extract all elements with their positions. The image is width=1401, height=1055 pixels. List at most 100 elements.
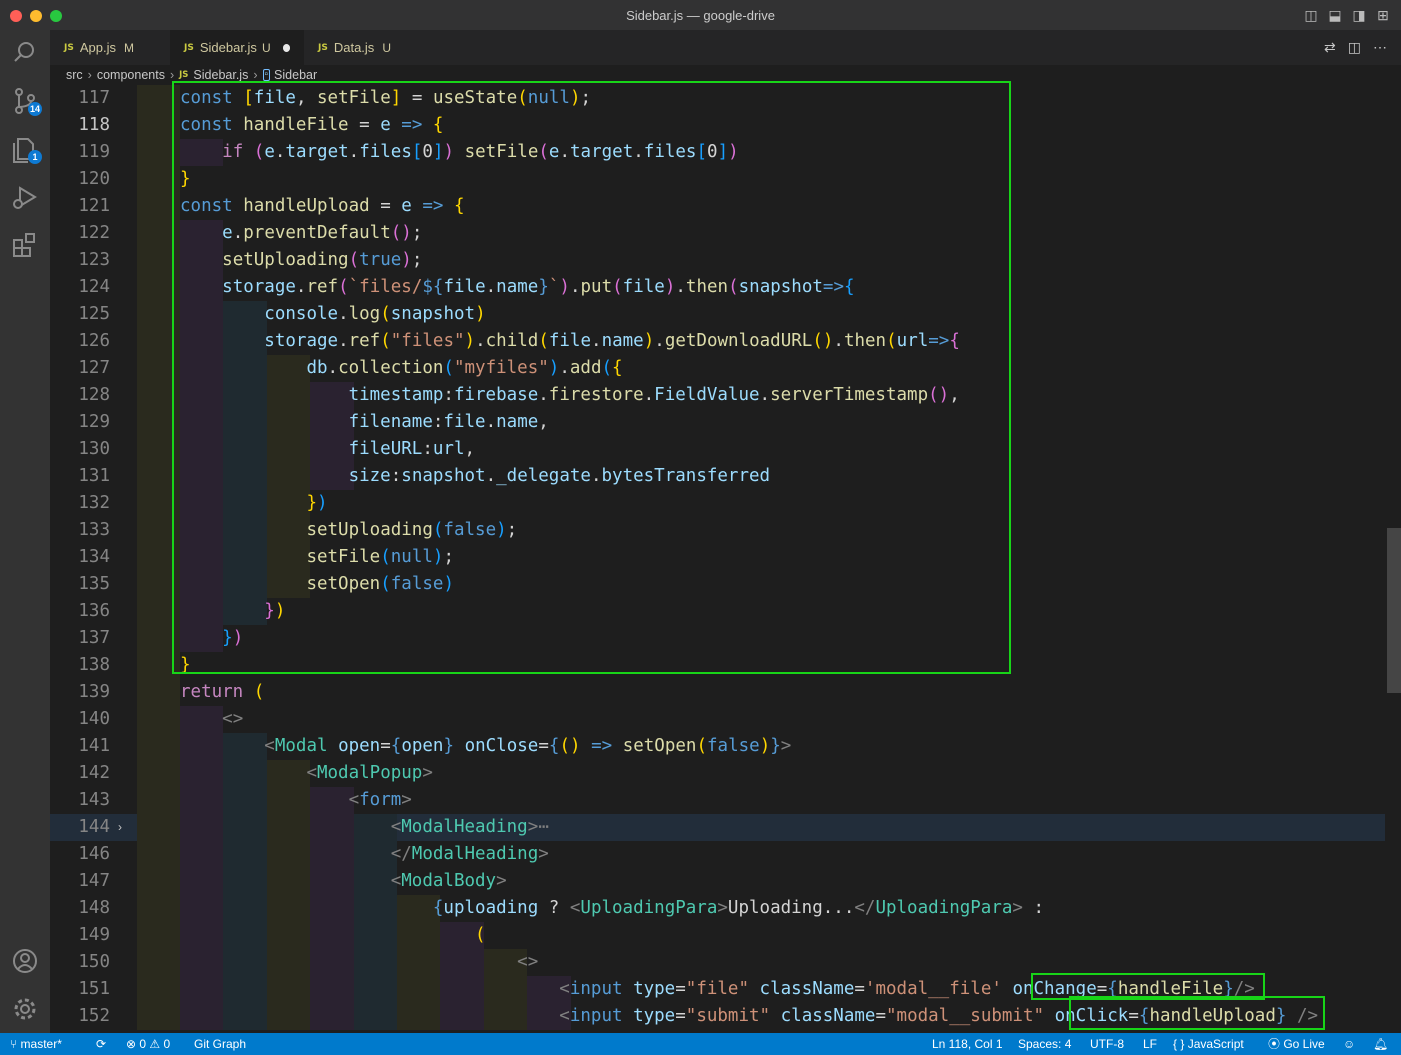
toggle-primary-sidebar-icon[interactable]: ◫ xyxy=(1303,7,1319,23)
code-line[interactable]: 147 <ModalBody> xyxy=(50,868,1385,895)
line-number: 128 xyxy=(78,385,110,405)
code-line[interactable]: 133 setUploading(false); xyxy=(50,517,1385,544)
breadcrumb-folder-src[interactable]: src xyxy=(66,68,83,82)
customize-layout-icon[interactable]: ⊞ xyxy=(1375,7,1391,23)
split-editor-icon[interactable]: ◫ xyxy=(1348,39,1361,56)
code-line[interactable]: 123 setUploading(true); xyxy=(50,247,1385,274)
vertical-scrollbar[interactable] xyxy=(1387,85,1401,1033)
title-bar: Sidebar.js — google-drive ◫ ⬓ ◨ ⊞ xyxy=(0,0,1401,31)
breadcrumb: src › components › JS Sidebar.js › ▫ Sid… xyxy=(50,65,1401,85)
code-line[interactable]: 134 setFile(null); xyxy=(50,544,1385,571)
line-number: 125 xyxy=(78,304,110,324)
code-line[interactable]: 127 db.collection("myfiles").add({ xyxy=(50,355,1385,382)
tab-label: Data.js xyxy=(333,40,375,55)
code-line[interactable]: 142 <ModalPopup> xyxy=(50,760,1385,787)
branch-status[interactable]: ⑂ master* xyxy=(10,1033,62,1055)
tab-app-js[interactable]: JS App.js M xyxy=(50,30,170,65)
open-changes-icon[interactable]: ⇄ xyxy=(1324,39,1336,56)
more-actions-icon[interactable]: ⋯ xyxy=(1373,39,1387,56)
code-line[interactable]: 144 › <ModalHeading>⋯ xyxy=(50,814,1385,841)
accounts-icon[interactable] xyxy=(10,946,40,976)
breadcrumb-file[interactable]: Sidebar.js xyxy=(193,68,248,82)
code-line[interactable]: 148 {uploading ? <UploadingPara>Uploadin… xyxy=(50,895,1385,922)
code-line[interactable]: 150 <> xyxy=(50,949,1385,976)
code-line[interactable]: 119 if (e.target.files[0]) setFile(e.tar… xyxy=(50,139,1385,166)
code-line[interactable]: 136 }) xyxy=(50,598,1385,625)
code-line[interactable]: 131 size:snapshot._delegate.bytesTransfe… xyxy=(50,463,1385,490)
tab-label: App.js xyxy=(79,40,116,55)
code-line[interactable]: 129 filename:file.name, xyxy=(50,409,1385,436)
code-line[interactable]: 151 <input type="file" className='modal_… xyxy=(50,976,1385,1003)
language-mode[interactable]: { } JavaScript xyxy=(1173,1033,1244,1055)
problems-status[interactable]: ⊗ 0 ⚠ 0 xyxy=(126,1033,170,1055)
tab-data-js[interactable]: JS Data.js U xyxy=(304,30,416,65)
code-line[interactable]: 125 console.log(snapshot) xyxy=(50,301,1385,328)
code-line[interactable]: 138} xyxy=(50,652,1385,679)
feedback-icon[interactable]: ☺ xyxy=(1343,1033,1355,1055)
code-line[interactable]: 118 const handleFile = e => { xyxy=(50,112,1385,139)
code-text: const handleFile = e => { xyxy=(180,115,444,135)
extensions-icon[interactable] xyxy=(10,230,40,260)
tab-sidebar-js[interactable]: JS Sidebar.js U xyxy=(170,30,304,65)
run-debug-icon[interactable] xyxy=(10,182,40,212)
sync-icon[interactable]: ⟳ xyxy=(96,1033,106,1055)
code-line[interactable]: 149 ( xyxy=(50,922,1385,949)
code-editor[interactable]: 117 const [file, setFile] = useState(null… xyxy=(50,85,1385,1033)
explorer-icon[interactable]: 1 xyxy=(10,134,42,164)
code-line[interactable]: 152 <input type="submit" className="moda… xyxy=(50,1003,1385,1030)
indentation[interactable]: Spaces: 4 xyxy=(1018,1033,1071,1055)
code-line[interactable]: 124 storage.ref(`files/${file.name}`).pu… xyxy=(50,274,1385,301)
line-number: 121 xyxy=(78,196,110,216)
line-number: 143 xyxy=(78,790,110,810)
scrollbar-thumb[interactable] xyxy=(1387,528,1401,693)
code-line[interactable]: 146 </ModalHeading> xyxy=(50,841,1385,868)
settings-gear-icon[interactable] xyxy=(10,994,40,1024)
code-line[interactable]: 130 fileURL:url, xyxy=(50,436,1385,463)
toggle-panel-icon[interactable]: ⬓ xyxy=(1327,7,1343,23)
end-of-line[interactable]: LF xyxy=(1143,1033,1157,1055)
fold-chevron-icon[interactable]: › xyxy=(118,814,122,841)
indent-guide xyxy=(137,463,180,490)
chevron-right-icon: › xyxy=(253,68,258,82)
window-title: Sidebar.js — google-drive xyxy=(626,8,775,23)
code-line[interactable]: 135 setOpen(false) xyxy=(50,571,1385,598)
code-line[interactable]: 137 }) xyxy=(50,625,1385,652)
code-line[interactable]: 120} xyxy=(50,166,1385,193)
code-line[interactable]: 141 <Modal open={open} onClose={() => se… xyxy=(50,733,1385,760)
line-number: 148 xyxy=(78,898,110,918)
line-number: 139 xyxy=(78,682,110,702)
indent-guide xyxy=(137,220,180,247)
code-line[interactable]: 122 e.preventDefault(); xyxy=(50,220,1385,247)
indent-guide xyxy=(137,544,180,571)
code-text: setFile(null); xyxy=(306,547,454,567)
indent-guide xyxy=(137,976,180,1003)
cursor-position[interactable]: Ln 118, Col 1 xyxy=(932,1033,1003,1055)
indent-guide xyxy=(137,733,180,760)
code-line[interactable]: 121 const handleUpload = e => { xyxy=(50,193,1385,220)
encoding[interactable]: UTF-8 xyxy=(1090,1033,1124,1055)
code-line[interactable]: 126 storage.ref("files").child(file.name… xyxy=(50,328,1385,355)
line-number: 127 xyxy=(78,358,110,378)
toggle-secondary-sidebar-icon[interactable]: ◨ xyxy=(1351,7,1367,23)
code-text: }) xyxy=(222,628,244,648)
notifications-bell-icon[interactable]: 🔔︎ xyxy=(1373,1033,1388,1055)
breadcrumb-folder-components[interactable]: components xyxy=(97,68,165,82)
breadcrumb-symbol[interactable]: Sidebar xyxy=(274,68,317,82)
line-number: 124 xyxy=(78,277,110,297)
indent-guide xyxy=(137,571,180,598)
git-graph-button[interactable]: Git Graph xyxy=(194,1033,246,1055)
code-line[interactable]: 140 <> xyxy=(50,706,1385,733)
line-number: 142 xyxy=(78,763,110,783)
go-live-button[interactable]: ⦿ Go Live xyxy=(1268,1033,1325,1055)
tab-status: M xyxy=(123,40,134,55)
code-line[interactable]: 139 return ( xyxy=(50,679,1385,706)
code-line[interactable]: 132 }) xyxy=(50,490,1385,517)
source-control-icon[interactable]: 14 xyxy=(10,86,42,116)
code-line[interactable]: 117 const [file, setFile] = useState(null… xyxy=(50,85,1385,112)
search-icon[interactable] xyxy=(10,38,40,68)
explorer-badge: 1 xyxy=(28,150,42,164)
code-line[interactable]: 143 <form> xyxy=(50,787,1385,814)
unsaved-dot-icon[interactable] xyxy=(282,43,290,52)
indent-guide xyxy=(137,274,180,301)
code-line[interactable]: 128 timestamp:firebase.firestore.FieldVa… xyxy=(50,382,1385,409)
